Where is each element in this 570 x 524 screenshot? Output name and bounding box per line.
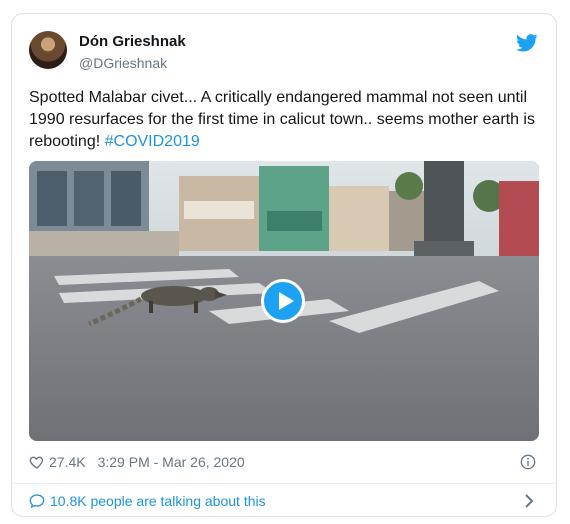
avatar[interactable] [29, 31, 67, 69]
tweet-card[interactable]: Dón Grieshnak @DGrieshnak Spotted Malaba… [11, 13, 557, 517]
heart-icon[interactable] [29, 454, 45, 470]
conversation-label[interactable]: 10.8K people are talking about this [50, 493, 266, 509]
author-handle[interactable]: @DGrieshnak [79, 55, 167, 71]
timestamp[interactable]: 3:29 PM - Mar 26, 2020 [98, 454, 245, 470]
play-button[interactable] [261, 279, 305, 323]
tweet-text: Spotted Malabar civet... A critically en… [29, 87, 541, 153]
conversation-link[interactable]: 10.8K people are talking about this [29, 491, 266, 511]
divider [12, 483, 556, 484]
author-name[interactable]: Dón Grieshnak [79, 33, 186, 50]
like-count[interactable]: 27.4K [49, 454, 86, 470]
chevron-right-icon[interactable] [524, 493, 534, 509]
speech-bubble-icon [29, 494, 45, 509]
tweet-meta: 27.4K 3:29 PM - Mar 26, 2020 [29, 452, 245, 472]
hashtag-link[interactable]: #COVID2019 [105, 133, 200, 150]
twitter-bird-icon[interactable] [516, 34, 538, 52]
video-thumbnail[interactable] [29, 161, 539, 441]
info-icon[interactable] [520, 454, 536, 470]
